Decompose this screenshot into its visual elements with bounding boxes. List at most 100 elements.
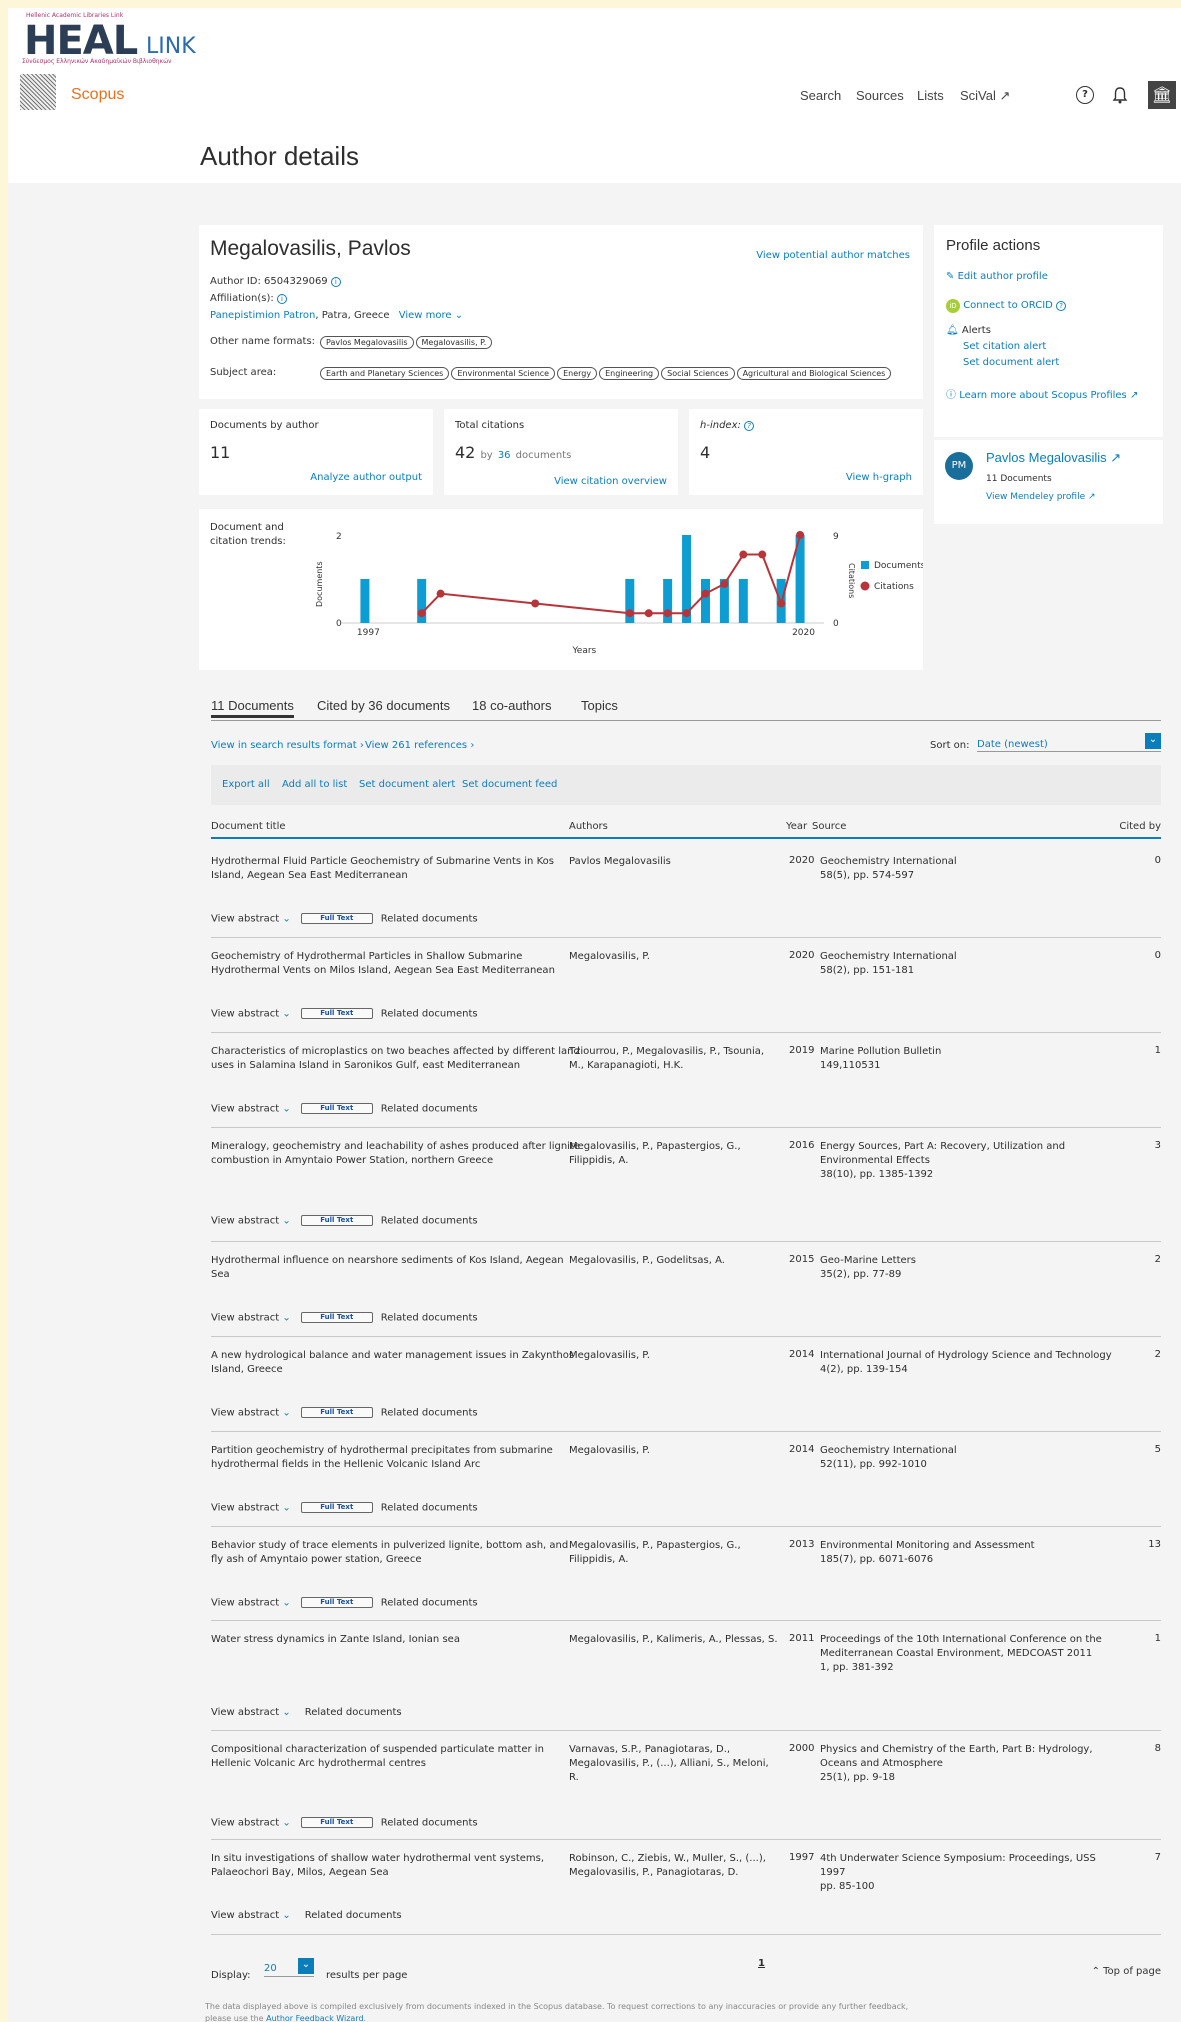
related-documents-link[interactable]: Related documents	[305, 1910, 402, 1921]
mendeley-author-link[interactable]: Pavlos Megalovasilis ↗	[986, 450, 1121, 466]
view-abstract-button[interactable]: View abstract ⌄	[211, 1009, 291, 1020]
document-title-link[interactable]: Behavior study of trace elements in pulv…	[211, 1539, 581, 1567]
full-text-button[interactable]: Full Text	[300, 1597, 373, 1608]
source-title-link[interactable]: Physics and Chemistry of the Earth, Part…	[820, 1743, 1120, 1771]
full-text-button[interactable]: Full Text	[300, 1817, 373, 1828]
source-title-link[interactable]: Geochemistry International	[820, 855, 1120, 869]
info-icon[interactable]: ?	[1056, 301, 1067, 311]
document-authors[interactable]: Megalovasilis, P., Godelitsas, A.	[569, 1254, 781, 1268]
view-more-affiliations[interactable]: View more ⌄	[399, 310, 463, 321]
source-title-link[interactable]: Proceedings of the 10th International Co…	[820, 1633, 1120, 1661]
view-h-graph-link[interactable]: View h-graph	[846, 472, 912, 483]
column-header-source[interactable]: Source	[812, 821, 846, 832]
column-header-cited-by[interactable]: Cited by	[1119, 821, 1161, 832]
document-cited-by[interactable]: 3	[1155, 1140, 1161, 1151]
view-search-results-format-link[interactable]: View in search results format ›	[211, 740, 364, 751]
view-citation-overview-link[interactable]: View citation overview	[554, 476, 667, 487]
view-abstract-button[interactable]: View abstract ⌄	[211, 914, 291, 925]
related-documents-link[interactable]: Related documents	[381, 1598, 478, 1609]
help-icon[interactable]: ?	[1076, 86, 1094, 104]
full-text-button[interactable]: Full Text	[300, 1407, 373, 1418]
full-text-button[interactable]: Full Text	[300, 1215, 373, 1226]
subject-tag[interactable]: Engineering	[599, 367, 660, 380]
view-abstract-button[interactable]: View abstract ⌄	[211, 1910, 291, 1921]
view-abstract-button[interactable]: View abstract ⌄	[211, 1598, 291, 1609]
heal-link-logo[interactable]: Hellenic Academic Libraries Link HEAL LI…	[20, 12, 210, 66]
document-title-link[interactable]: Characteristics of microplastics on two …	[211, 1045, 581, 1073]
source-title-link[interactable]: Geochemistry International	[820, 1444, 1120, 1458]
related-documents-link[interactable]: Related documents	[381, 1313, 478, 1324]
document-cited-by[interactable]: 5	[1155, 1444, 1161, 1455]
nav-scival[interactable]: SciVal ↗	[960, 88, 1010, 104]
document-cited-by[interactable]: 13	[1148, 1539, 1161, 1550]
tab-co-authors[interactable]: 18 co-authors	[472, 698, 552, 713]
document-title-link[interactable]: Compositional characterization of suspen…	[211, 1743, 581, 1771]
document-cited-by[interactable]: 8	[1155, 1743, 1161, 1754]
export-all-button[interactable]: Export all	[222, 779, 270, 790]
related-documents-link[interactable]: Related documents	[305, 1707, 402, 1718]
set-citation-alert-link[interactable]: Set citation alert	[963, 341, 1046, 352]
view-mendeley-profile-link[interactable]: View Mendeley profile ↗	[986, 492, 1096, 502]
affiliation-link[interactable]: Panepistimion Patron	[210, 310, 315, 321]
related-documents-link[interactable]: Related documents	[381, 1408, 478, 1419]
view-abstract-button[interactable]: View abstract ⌄	[211, 1313, 291, 1324]
document-title-link[interactable]: Hydrothermal Fluid Particle Geochemistry…	[211, 855, 581, 883]
document-cited-by[interactable]: 0	[1155, 950, 1161, 961]
document-title-link[interactable]: Water stress dynamics in Zante Island, I…	[211, 1633, 581, 1647]
bell-icon[interactable]	[1112, 86, 1128, 104]
set-document-alert-button[interactable]: Set document alert	[359, 779, 455, 790]
view-abstract-button[interactable]: View abstract ⌄	[211, 1818, 291, 1829]
add-all-to-list-button[interactable]: Add all to list	[282, 779, 347, 790]
scopus-logo[interactable]: Scopus	[71, 86, 124, 104]
document-title-link[interactable]: Partition geochemistry of hydrothermal p…	[211, 1444, 581, 1472]
document-authors[interactable]: Megalovasilis, P., Papastergios, G., Fil…	[569, 1140, 781, 1168]
source-title-link[interactable]: International Journal of Hydrology Scien…	[820, 1349, 1120, 1363]
document-authors[interactable]: Megalovasilis, P.	[569, 950, 781, 964]
full-text-button[interactable]: Full Text	[300, 1103, 373, 1114]
info-icon[interactable]: i	[276, 294, 287, 304]
info-icon[interactable]: i	[330, 277, 341, 287]
document-cited-by[interactable]: 1	[1155, 1045, 1161, 1056]
view-abstract-button[interactable]: View abstract ⌄	[211, 1104, 291, 1115]
document-authors[interactable]: Varnavas, S.P., Panagiotaras, D., Megalo…	[569, 1743, 781, 1785]
source-title-link[interactable]: Environmental Monitoring and Assessment	[820, 1539, 1120, 1553]
document-cited-by[interactable]: 7	[1155, 1852, 1161, 1863]
analyze-author-output-link[interactable]: Analyze author output	[310, 472, 422, 483]
view-references-link[interactable]: View 261 references ›	[365, 740, 474, 751]
document-authors[interactable]: Megalovasilis, P.	[569, 1349, 781, 1363]
source-title-link[interactable]: Marine Pollution Bulletin	[820, 1045, 1120, 1059]
view-abstract-button[interactable]: View abstract ⌄	[211, 1216, 291, 1227]
nav-sources[interactable]: Sources	[856, 88, 904, 103]
author-feedback-wizard-link[interactable]: Author Feedback Wizard	[266, 2014, 363, 2022]
learn-more-profiles-link[interactable]: ⓘ Learn more about Scopus Profiles ↗	[946, 386, 1138, 401]
related-documents-link[interactable]: Related documents	[381, 1216, 478, 1227]
view-abstract-button[interactable]: View abstract ⌄	[211, 1408, 291, 1419]
results-per-page-select[interactable]: 20 ⌄	[264, 1958, 314, 1977]
view-potential-matches-link[interactable]: View potential author matches	[756, 250, 910, 261]
view-abstract-button[interactable]: View abstract ⌄	[211, 1503, 291, 1514]
subject-tag[interactable]: Agricultural and Biological Sciences	[736, 367, 892, 380]
related-documents-link[interactable]: Related documents	[381, 1009, 478, 1020]
source-title-link[interactable]: 4th Underwater Science Symposium: Procee…	[820, 1852, 1120, 1880]
document-title-link[interactable]: In situ investigations of shallow water …	[211, 1852, 581, 1880]
full-text-button[interactable]: Full Text	[300, 1312, 373, 1323]
source-title-link[interactable]: Energy Sources, Part A: Recovery, Utiliz…	[820, 1140, 1120, 1168]
document-authors[interactable]: Megalovasilis, P., Kalimeris, A., Plessa…	[569, 1633, 781, 1647]
column-header-authors[interactable]: Authors	[569, 821, 608, 832]
related-documents-link[interactable]: Related documents	[381, 1104, 478, 1115]
document-title-link[interactable]: Mineralogy, geochemistry and leachabilit…	[211, 1140, 581, 1168]
document-cited-by[interactable]: 0	[1155, 855, 1161, 866]
set-document-feed-button[interactable]: Set document feed	[462, 779, 557, 790]
tab-documents[interactable]: 11 Documents	[211, 698, 294, 718]
document-title-link[interactable]: Hydrothermal influence on nearshore sedi…	[211, 1254, 581, 1282]
page-number-current[interactable]: 1	[758, 1958, 765, 1969]
subject-tag[interactable]: Earth and Planetary Sciences	[320, 367, 450, 380]
document-cited-by[interactable]: 2	[1155, 1349, 1161, 1360]
document-authors[interactable]: Megalovasilis, P.	[569, 1444, 781, 1458]
document-authors[interactable]: Pavlos Megalovasilis	[569, 855, 781, 869]
sort-select[interactable]: Date (newest) ⌄	[977, 733, 1161, 752]
full-text-button[interactable]: Full Text	[300, 913, 373, 924]
view-abstract-button[interactable]: View abstract ⌄	[211, 1707, 291, 1718]
related-documents-link[interactable]: Related documents	[381, 1818, 478, 1829]
nav-lists[interactable]: Lists	[917, 88, 944, 103]
